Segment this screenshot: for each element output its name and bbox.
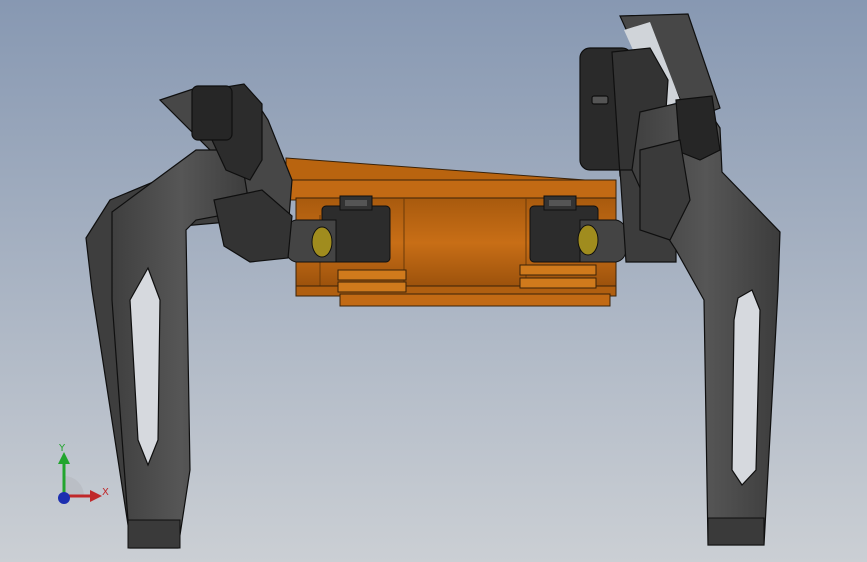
right-bracket-lower xyxy=(519,277,597,289)
front-right-hip-servo xyxy=(675,95,721,161)
right-bracket-upper xyxy=(519,264,597,276)
left-bracket-lower xyxy=(337,281,407,293)
model-viewport[interactable]: Y X xyxy=(0,0,867,562)
left-servo-pin xyxy=(311,226,333,258)
coordinate-triad: Y X xyxy=(48,438,118,510)
front-left-hip-servo xyxy=(191,85,233,141)
chassis-bottom-plate xyxy=(339,293,611,307)
front-right-leg-cutout xyxy=(731,289,761,486)
front-left-foot xyxy=(127,519,181,549)
right-servo-pin xyxy=(577,224,599,256)
rear-right-servo-port xyxy=(591,95,609,105)
left-bracket-upper xyxy=(337,269,407,281)
triad-x-label: X xyxy=(102,487,109,498)
front-right-foot xyxy=(707,517,765,546)
triad-x-arrow xyxy=(90,490,102,502)
triad-z-axis xyxy=(58,492,70,504)
triad-y-label: Y xyxy=(59,443,66,454)
robot-model-view[interactable] xyxy=(0,0,867,562)
